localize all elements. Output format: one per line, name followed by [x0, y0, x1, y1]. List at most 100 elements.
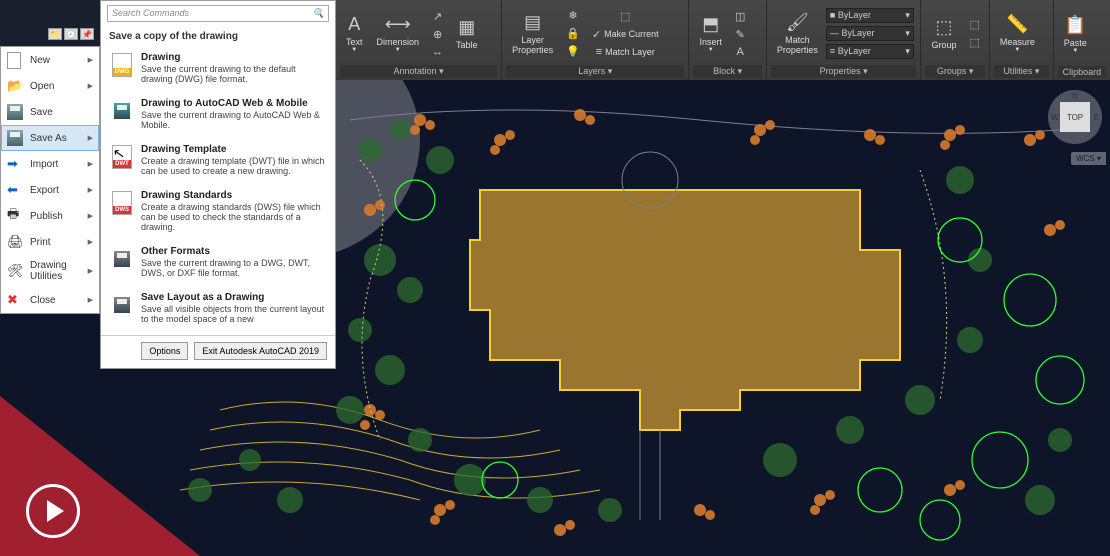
exit-button[interactable]: Exit Autodesk AutoCAD 2019: [194, 342, 327, 360]
search-commands-input[interactable]: Search Commands🔍: [107, 5, 329, 22]
menu-item-label: Close: [30, 295, 56, 306]
saveas-option-2[interactable]: Drawing TemplateCreate a drawing templat…: [101, 139, 335, 185]
option-desc: Save the current drawing to AutoCAD Web …: [141, 110, 320, 130]
menu-item-label: Open: [30, 81, 54, 92]
publish-icon: 🖶: [7, 208, 25, 224]
color-combo[interactable]: ■ ByLayer▾: [826, 8, 914, 23]
menu-item-export[interactable]: ⬅Export▶: [1, 177, 99, 203]
paste-button[interactable]: 📋Paste▼: [1058, 11, 1093, 58]
option-desc: Save all visible objects from the curren…: [141, 304, 324, 324]
block-panel-label[interactable]: Block ▾: [693, 65, 761, 78]
tools-icon: 🛠: [7, 263, 25, 279]
page-icon: [7, 52, 25, 68]
chevron-right-icon: ▶: [88, 296, 93, 304]
leader-button[interactable]: ↗: [427, 8, 448, 25]
menu-item-close[interactable]: ✖ Close ▶: [1, 287, 99, 313]
freeze-button[interactable]: ❄: [561, 7, 585, 24]
quick-access-toolbar: 📁 🕘 📌: [48, 28, 94, 40]
centerline-button[interactable]: ⊕: [427, 26, 448, 43]
groups-panel-label[interactable]: Groups ▾: [925, 65, 984, 78]
play-button[interactable]: [26, 484, 80, 538]
menu-item-label: Publish: [30, 211, 63, 222]
clipboard-panel-label[interactable]: Clipboard: [1058, 66, 1106, 78]
ungroup-button[interactable]: ⬚: [964, 16, 984, 33]
file-type-icon: [109, 190, 135, 216]
submenu-title: Save a copy of the drawing: [101, 26, 335, 47]
table-button[interactable]: ▦Table: [450, 13, 484, 54]
chevron-right-icon: ▶: [88, 267, 93, 275]
layers-panel-label[interactable]: Layers ▾: [506, 65, 684, 78]
attr-button[interactable]: A: [730, 44, 750, 60]
option-title: Other Formats: [141, 246, 327, 257]
lineweight-combo[interactable]: ≡ ByLayer▾: [826, 44, 914, 59]
ribbon: AText▼ ⟷Dimension▼ ↗ ⊕ ↔ ▦Table Annotati…: [336, 0, 1110, 80]
menu-item-label: Import: [30, 159, 58, 170]
app-menu: New▶📂Open▶ Save Save As▶ ➡ Import ▶ ⬅Export▶ 🖶 P…: [0, 46, 100, 314]
make-current-button[interactable]: ✓Make Current: [587, 26, 664, 43]
viewcube-top[interactable]: TOP: [1060, 102, 1090, 132]
measure-button[interactable]: 📏Measure▼: [994, 10, 1041, 57]
qat-folder-icon[interactable]: 📁: [48, 28, 62, 40]
edit-block-button[interactable]: ✎: [730, 26, 750, 43]
menu-item-label: Drawing Utilities: [30, 260, 67, 282]
options-button[interactable]: Options: [141, 342, 188, 360]
annotation-panel-label[interactable]: Annotation ▾: [340, 65, 497, 78]
save-as-submenu: Search Commands🔍 Save a copy of the draw…: [100, 0, 336, 369]
off-button[interactable]: 💡: [561, 43, 585, 60]
groupedit-button[interactable]: ⬚: [964, 34, 984, 51]
file-type-icon: [109, 52, 135, 78]
wcs-label[interactable]: WCS ▾: [1071, 152, 1106, 165]
menu-item-print[interactable]: 🖨Print▶: [1, 229, 99, 255]
qat-pin-icon[interactable]: 📌: [80, 28, 94, 40]
floppy-icon: [7, 130, 25, 146]
chevron-right-icon: ▶: [88, 134, 93, 142]
menu-item-publish[interactable]: 🖶 Publish ▶: [1, 203, 99, 229]
dimension-button[interactable]: ⟷Dimension▼: [371, 10, 426, 57]
lock-button[interactable]: 🔒: [561, 25, 585, 42]
option-desc: Create a drawing template (DWT) file in …: [141, 156, 325, 176]
group-button[interactable]: ⬚Group: [925, 13, 962, 54]
create-block-button[interactable]: ◫: [730, 8, 750, 25]
saveas-option-1[interactable]: Drawing to AutoCAD Web & MobileSave the …: [101, 93, 335, 139]
option-desc: Create a drawing standards (DWS) file wh…: [141, 202, 321, 232]
saveas-option-0[interactable]: DrawingSave the current drawing to the d…: [101, 47, 335, 93]
iso-button[interactable]: ⬚: [587, 8, 664, 25]
option-desc: Save the current drawing to a DWG, DWT, …: [141, 258, 310, 278]
qat-recent-icon[interactable]: 🕘: [64, 28, 78, 40]
menu-item-label: Save: [30, 107, 53, 118]
import-icon: ➡: [7, 156, 25, 172]
option-title: Drawing Template: [141, 144, 327, 155]
print-icon: 🖨: [7, 234, 25, 250]
saveas-option-3[interactable]: Drawing StandardsCreate a drawing standa…: [101, 185, 335, 241]
file-type-icon: [109, 292, 135, 318]
menu-item-save-as[interactable]: Save As▶: [1, 125, 99, 151]
menu-item-save[interactable]: Save: [1, 99, 99, 125]
option-title: Save Layout as a Drawing: [141, 292, 327, 303]
match-props-button[interactable]: 🖌Match Properties: [771, 8, 824, 59]
menu-item-open[interactable]: 📂Open▶: [1, 73, 99, 99]
option-desc: Save the current drawing to the default …: [141, 64, 296, 84]
menu-item-drawing-utilities[interactable]: 🛠 Drawing Utilities ▶: [1, 255, 99, 287]
centermark-button[interactable]: ↔: [427, 44, 448, 60]
linetype-combo[interactable]: — ByLayer▾: [826, 26, 914, 41]
text-button[interactable]: AText▼: [340, 10, 369, 57]
properties-panel-label[interactable]: Properties ▾: [771, 65, 917, 78]
search-icon: 🔍: [313, 8, 324, 19]
menu-item-import[interactable]: ➡ Import ▶: [1, 151, 99, 177]
insert-button[interactable]: ⬒Insert▼: [693, 10, 728, 57]
viewcube[interactable]: N E W TOP: [1048, 90, 1102, 144]
chevron-right-icon: ▶: [88, 238, 93, 246]
saveas-option-5[interactable]: Save Layout as a DrawingSave all visible…: [101, 287, 335, 333]
match-layer-button[interactable]: ≡Match Layer: [587, 44, 664, 60]
option-title: Drawing Standards: [141, 190, 327, 201]
chevron-right-icon: ▶: [88, 212, 93, 220]
layer-props-button[interactable]: ▤Layer Properties: [506, 8, 559, 59]
chevron-right-icon: ▶: [88, 56, 93, 64]
utilities-panel-label[interactable]: Utilities ▾: [994, 65, 1049, 78]
saveas-option-4[interactable]: Other FormatsSave the current drawing to…: [101, 241, 335, 287]
chevron-right-icon: ▶: [88, 160, 93, 168]
close-icon: ✖: [7, 292, 25, 308]
menu-item-label: Export: [30, 185, 59, 196]
menu-item-new[interactable]: New▶: [1, 47, 99, 73]
file-type-icon: [109, 98, 135, 124]
